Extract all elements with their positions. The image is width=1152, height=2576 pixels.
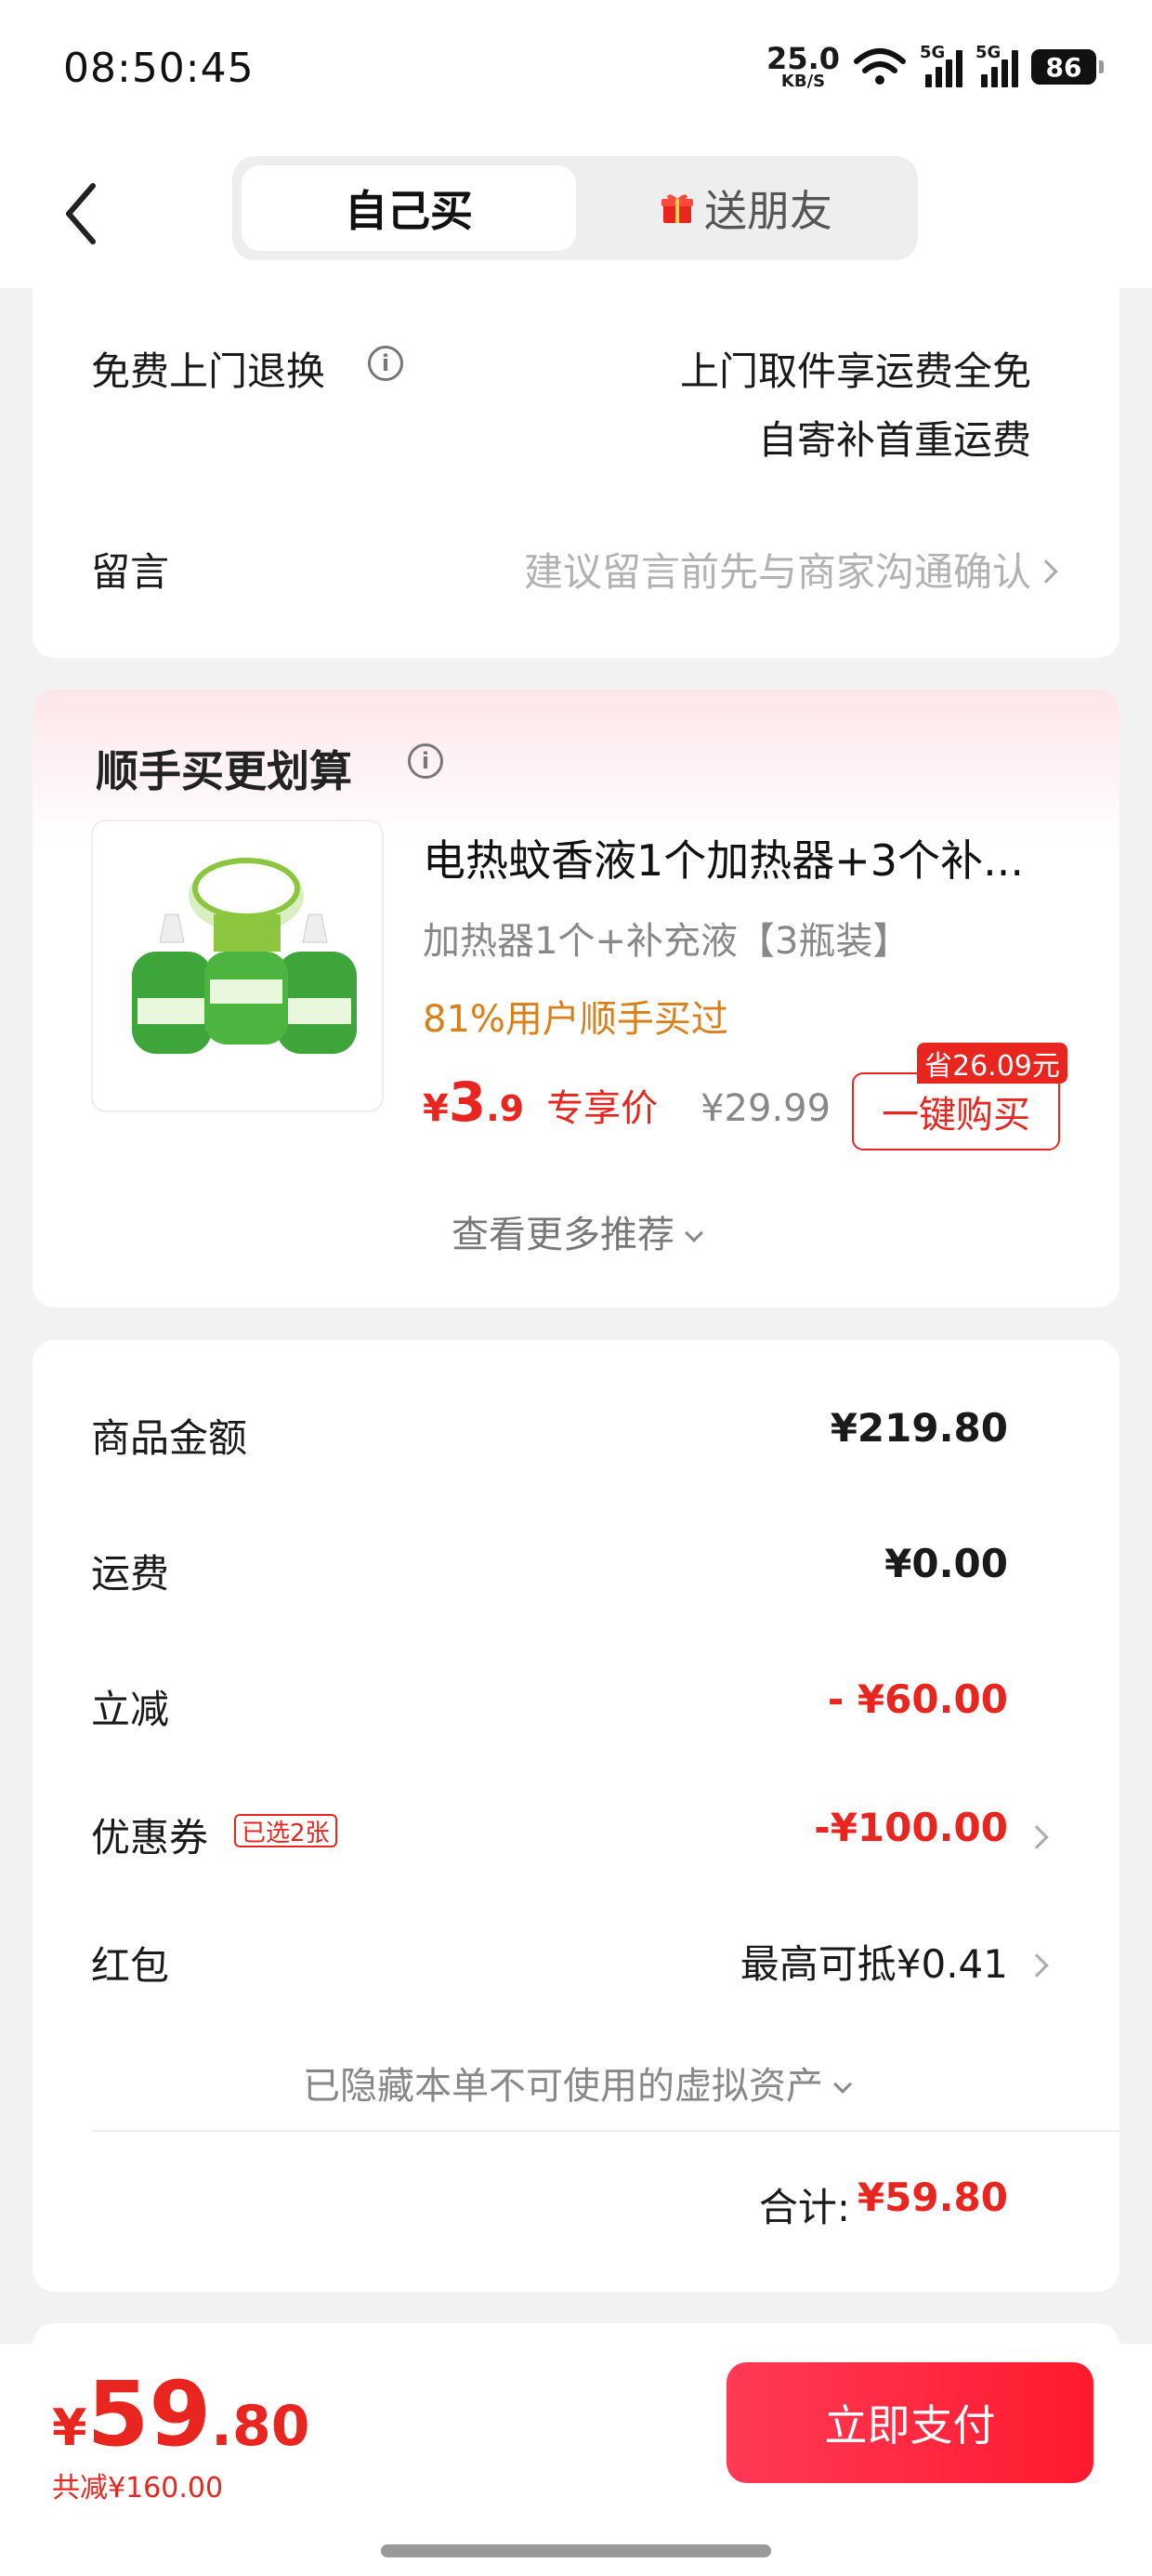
chevron-down-icon xyxy=(833,2075,852,2094)
coupon-value[interactable]: -¥100.00 xyxy=(814,1805,1008,1850)
status-time: 08:50:45 xyxy=(63,45,255,92)
price-integer: 3 xyxy=(448,1071,487,1134)
net-speed: 25.0 KB/S xyxy=(766,44,840,90)
goods-amount-label: 商品金额 xyxy=(91,1415,248,1461)
addon-card: 顺手买更划算 i 电热蚊香液1个加热器+3个补... 加热器1个+补充液【3瓶装… xyxy=(33,690,1119,1308)
service-card: 免费上门退换 i 上门取件享运费全免 自寄补首重运费 留言 建议留言前先与商家沟… xyxy=(33,288,1119,658)
signal-icon-2: 5G xyxy=(975,43,1018,87)
chevron-right-icon[interactable] xyxy=(1025,1825,1049,1849)
home-indicator[interactable] xyxy=(381,2544,771,2557)
exclusive-price-tag: 专享价 xyxy=(546,1087,659,1130)
total-value: ¥59.80 xyxy=(857,2175,1008,2220)
signal-label-2: 5G xyxy=(975,43,1001,62)
status-bar: 08:50:45 25.0 KB/S 5G 5G 86 xyxy=(0,0,1152,139)
hidden-assets-label: 已隐藏本单不可使用的虚拟资产 xyxy=(303,2065,823,2108)
instant-discount-value: - ¥60.00 xyxy=(827,1676,1008,1722)
one-click-buy-button[interactable]: 一键购买 xyxy=(852,1072,1060,1150)
wifi-icon xyxy=(854,48,906,85)
more-recommendations[interactable]: 查看更多推荐 xyxy=(33,1204,1119,1258)
chevron-right-icon xyxy=(1034,559,1058,584)
product-title[interactable]: 电热蚊香液1个加热器+3个补... xyxy=(423,827,1024,888)
instant-discount-label: 立减 xyxy=(91,1687,170,1732)
shipping-label: 运费 xyxy=(91,1551,170,1597)
return-line1: 上门取件享运费全免 xyxy=(679,348,1031,394)
tab-self-buy-label: 自己买 xyxy=(345,186,473,236)
purchase-mode-switch: 自己买 送朋友 xyxy=(232,156,918,260)
chevron-down-icon xyxy=(685,1224,703,1242)
red-packet-value[interactable]: 最高可抵¥0.41 xyxy=(740,1933,1008,1990)
social-proof: 81%用户顺手买过 xyxy=(423,998,728,1041)
tab-send-friend-label: 送朋友 xyxy=(704,186,832,236)
pay-decimal: .80 xyxy=(211,2394,310,2459)
coupon-count-badge: 已选2张 xyxy=(234,1814,337,1847)
return-label: 免费上门退换 xyxy=(91,348,326,394)
tab-send-friend[interactable]: 送朋友 xyxy=(585,165,909,251)
message-input[interactable]: 建议留言前先与商家沟通确认 xyxy=(524,541,1031,598)
return-line2: 自寄补首重运费 xyxy=(757,417,1031,463)
battery-icon: 86 xyxy=(1031,49,1104,85)
hidden-assets-toggle[interactable]: 已隐藏本单不可使用的虚拟资产 xyxy=(33,2056,1119,2109)
total-label: 合计: xyxy=(758,2185,850,2230)
shipping-value: ¥0.00 xyxy=(884,1541,1008,1586)
save-badge: 省26.09元 xyxy=(917,1043,1067,1084)
price-decimal: .9 xyxy=(486,1088,525,1129)
back-icon[interactable] xyxy=(56,177,111,251)
signal-icon: 5G xyxy=(920,43,962,87)
divider xyxy=(93,2130,1119,2132)
price-currency: ¥ xyxy=(423,1087,449,1130)
signal-label: 5G xyxy=(920,43,946,62)
checkout-bar: ¥ 59 .80 共减¥160.00 立即支付 xyxy=(0,2344,1152,2576)
red-packet-label: 红包 xyxy=(91,1943,170,1989)
pay-now-button[interactable]: 立即支付 xyxy=(727,2362,1093,2483)
product-spec: 加热器1个+补充液【3瓶装】 xyxy=(423,920,910,963)
addon-title: 顺手买更划算 xyxy=(96,746,352,796)
info-icon[interactable]: i xyxy=(408,743,443,779)
product-image[interactable] xyxy=(91,820,384,1112)
gift-icon xyxy=(661,194,693,223)
chevron-right-icon[interactable] xyxy=(1025,1953,1049,1978)
order-summary-card: 商品金额 ¥219.80 运费 ¥0.00 立减 - ¥60.00 优惠券 已选… xyxy=(33,1340,1119,2292)
price-line: ¥ 3 .9 专享价 ¥29.99 xyxy=(423,1071,831,1134)
mosquito-liquid-image xyxy=(93,821,382,1111)
pay-currency: ¥ xyxy=(52,2399,87,2457)
tab-self-buy[interactable]: 自己买 xyxy=(242,165,576,251)
original-price: ¥29.99 xyxy=(700,1087,831,1130)
goods-amount-value: ¥219.80 xyxy=(830,1405,1008,1451)
more-recommendations-label: 查看更多推荐 xyxy=(452,1214,674,1256)
pay-integer: 59 xyxy=(86,2362,212,2466)
header: 自己买 送朋友 xyxy=(0,139,1152,288)
net-speed-value: 25.0 xyxy=(766,41,840,76)
message-label: 留言 xyxy=(91,549,170,595)
status-icons: 25.0 KB/S 5G 5G 86 xyxy=(766,41,1104,93)
info-icon[interactable]: i xyxy=(368,346,403,381)
coupon-label: 优惠券 xyxy=(91,1815,209,1860)
total-saved: 共减¥160.00 xyxy=(52,2472,224,2504)
net-speed-unit: KB/S xyxy=(780,72,826,91)
pay-total: ¥ 59 .80 xyxy=(52,2362,309,2466)
